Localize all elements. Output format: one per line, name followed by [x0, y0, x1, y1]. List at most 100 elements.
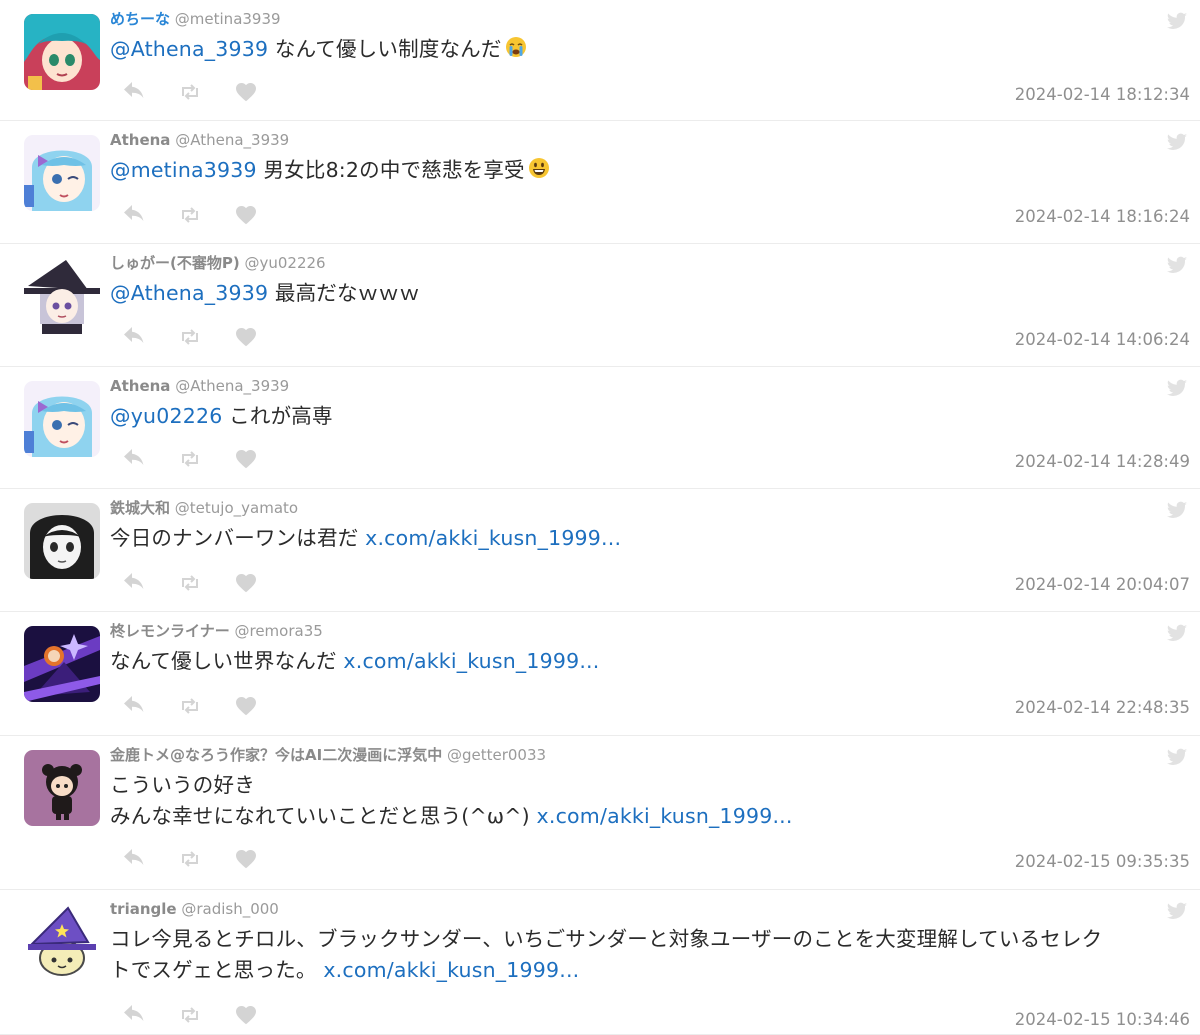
display-name[interactable]: Athena: [110, 377, 170, 395]
reply-icon[interactable]: [122, 1003, 146, 1027]
twitter-bird-icon[interactable]: [1166, 254, 1188, 276]
avatar[interactable]: [24, 135, 100, 211]
like-heart-icon[interactable]: [234, 694, 258, 718]
tweet-item: しゅがー(不審物P) @yu02226 @Athena_3939 最高だなｗｗｗ 2…: [0, 244, 1200, 367]
tweet-line: こういうの好き: [110, 770, 1185, 801]
like-heart-icon[interactable]: [234, 447, 258, 471]
like-heart-icon[interactable]: [234, 80, 258, 104]
display-name[interactable]: triangle: [110, 900, 177, 918]
retweet-icon[interactable]: [178, 847, 202, 871]
mention-link[interactable]: @Athena_3939: [110, 37, 268, 61]
tweet-item: 柊レモンライナー @remora35 なんて優しい世界なんだ x.com/akki…: [0, 612, 1200, 736]
twitter-bird-icon[interactable]: [1166, 377, 1188, 399]
user-handle[interactable]: @Athena_3939: [175, 131, 289, 149]
timestamp[interactable]: 2024-02-15 09:35:35: [1015, 852, 1190, 871]
twitter-bird-icon[interactable]: [1166, 746, 1188, 768]
display-name[interactable]: しゅがー(不審物P): [110, 254, 240, 272]
display-name[interactable]: 金鹿トメ@なろう作家？今はAI二次漫画に浮気中: [110, 746, 442, 764]
like-heart-icon[interactable]: [234, 1003, 258, 1027]
retweet-icon[interactable]: [178, 571, 202, 595]
twitter-bird-icon[interactable]: [1166, 131, 1188, 153]
user-handle[interactable]: @Athena_3939: [175, 377, 289, 395]
reply-icon[interactable]: [122, 203, 146, 227]
avatar[interactable]: [24, 904, 100, 980]
reply-icon[interactable]: [122, 694, 146, 718]
url-link[interactable]: x.com/akki_kusn_1999...: [365, 526, 621, 550]
tweet-header: Athena @Athena_3939: [110, 375, 289, 397]
like-heart-icon[interactable]: [234, 325, 258, 349]
display-name[interactable]: 鉄城大和: [110, 499, 170, 517]
retweet-icon[interactable]: [178, 694, 202, 718]
twitter-bird-icon[interactable]: [1166, 10, 1188, 32]
tweet-header: めちーな @metina3939: [110, 8, 281, 30]
tweet-item: 鉄城大和 @tetujo_yamato 今日のナンバーワンは君だ x.com/ak…: [0, 489, 1200, 612]
avatar[interactable]: [24, 750, 100, 826]
tweet-body: @Athena_3939 最高だなｗｗｗ: [110, 278, 1185, 309]
url-link[interactable]: x.com/akki_kusn_1999...: [323, 958, 579, 982]
user-handle[interactable]: @metina3939: [175, 10, 281, 28]
tweet-line: みんな幸せになれていいことだと思う(^ω^) x.com/akki_kusn_1…: [110, 801, 1185, 832]
reply-icon[interactable]: [122, 325, 146, 349]
timestamp[interactable]: 2024-02-15 10:34:46: [1015, 1010, 1190, 1029]
url-link[interactable]: x.com/akki_kusn_1999...: [537, 804, 793, 828]
timestamp[interactable]: 2024-02-14 18:16:24: [1015, 207, 1190, 226]
tweet-text: トでスゲェと思った。: [110, 958, 324, 982]
timestamp[interactable]: 2024-02-14 18:12:34: [1015, 85, 1190, 104]
mention-link[interactable]: @metina3939: [110, 158, 257, 182]
timestamp[interactable]: 2024-02-14 14:28:49: [1015, 452, 1190, 471]
timestamp[interactable]: 2024-02-14 22:48:35: [1015, 698, 1190, 717]
display-name[interactable]: 柊レモンライナー: [110, 622, 230, 640]
retweet-icon[interactable]: [178, 447, 202, 471]
tweet-item: Athena @Athena_3939 @yu02226 これが高専 2024-02…: [0, 367, 1200, 489]
display-name[interactable]: Athena: [110, 131, 170, 149]
tweet-feed: めちーな @metina3939 @Athena_3939 なんて優しい制度なんだ…: [0, 0, 1200, 1035]
tweet-text: 今日のナンバーワンは君だ: [110, 526, 366, 550]
tweet-actions: [122, 80, 258, 104]
tweet-body: 今日のナンバーワンは君だ x.com/akki_kusn_1999...: [110, 523, 1185, 554]
tweet-text: みんな幸せになれていいことだと思う(^ω^): [110, 804, 537, 828]
twitter-bird-icon[interactable]: [1166, 900, 1188, 922]
tweet-item: triangle @radish_000 コレ今見るとチロル、ブラックサンダー、い…: [0, 890, 1200, 1035]
like-heart-icon[interactable]: [234, 203, 258, 227]
tweet-header: しゅがー(不審物P) @yu02226: [110, 252, 326, 274]
user-handle[interactable]: @yu02226: [245, 254, 326, 272]
user-handle[interactable]: @getter0033: [447, 746, 546, 764]
reply-icon[interactable]: [122, 571, 146, 595]
mention-link[interactable]: @Athena_3939: [110, 281, 268, 305]
avatar[interactable]: [24, 503, 100, 579]
tweet-header: 金鹿トメ@なろう作家？今はAI二次漫画に浮気中 @getter0033: [110, 744, 546, 766]
tweet-text: こういうの好き: [110, 773, 255, 797]
reply-icon[interactable]: [122, 847, 146, 871]
url-link[interactable]: x.com/akki_kusn_1999...: [343, 649, 599, 673]
tweet-line: トでスゲェと思った。 x.com/akki_kusn_1999...: [110, 955, 1185, 986]
twitter-bird-icon[interactable]: [1166, 499, 1188, 521]
display-name[interactable]: めちーな: [110, 10, 170, 28]
user-handle[interactable]: @radish_000: [181, 900, 279, 918]
tweet-item: 金鹿トメ@なろう作家？今はAI二次漫画に浮気中 @getter0033 こういうの…: [0, 736, 1200, 890]
tweet-header: Athena @Athena_3939: [110, 129, 289, 151]
reply-icon[interactable]: [122, 447, 146, 471]
twitter-bird-icon[interactable]: [1166, 622, 1188, 644]
tweet-text: 最高だなｗｗｗ: [268, 281, 420, 305]
reply-icon[interactable]: [122, 80, 146, 104]
like-heart-icon[interactable]: [234, 847, 258, 871]
retweet-icon[interactable]: [178, 80, 202, 104]
retweet-icon[interactable]: [178, 325, 202, 349]
timestamp[interactable]: 2024-02-14 14:06:24: [1015, 330, 1190, 349]
tweet-body: コレ今見るとチロル、ブラックサンダー、いちごサンダーと対象ユーザーのことを大変理…: [110, 924, 1185, 986]
timestamp[interactable]: 2024-02-14 20:04:07: [1015, 575, 1190, 594]
user-handle[interactable]: @remora35: [234, 622, 322, 640]
tweet-actions: [122, 203, 258, 227]
tweet-line: @Athena_3939 なんて優しい制度なんだ: [110, 34, 1185, 68]
mention-link[interactable]: @yu02226: [110, 404, 222, 428]
avatar[interactable]: [24, 258, 100, 334]
tweet-actions: [122, 847, 258, 871]
user-handle[interactable]: @tetujo_yamato: [175, 499, 298, 517]
avatar[interactable]: [24, 14, 100, 90]
retweet-icon[interactable]: [178, 1003, 202, 1027]
retweet-icon[interactable]: [178, 203, 202, 227]
avatar[interactable]: [24, 626, 100, 702]
like-heart-icon[interactable]: [234, 571, 258, 595]
tweet-text: これが高専: [222, 404, 333, 428]
avatar[interactable]: [24, 381, 100, 457]
